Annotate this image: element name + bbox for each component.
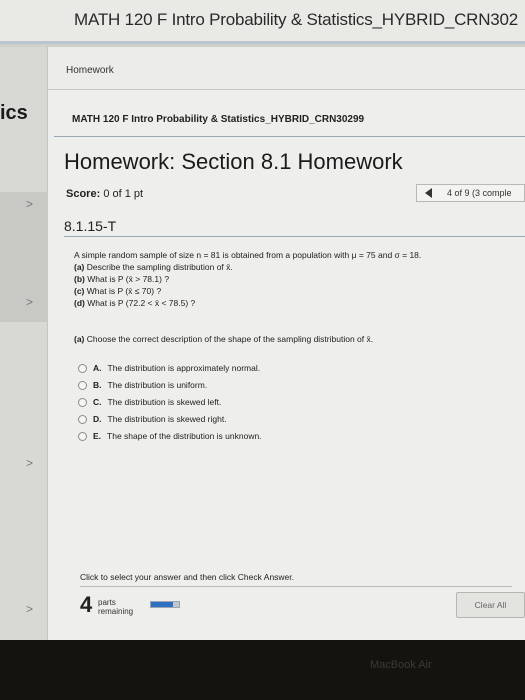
parts-count: 4	[80, 592, 93, 617]
question-part-b: (b) What is P (x̄ > 78.1) ?	[74, 273, 421, 285]
question-text: A simple random sample of size n = 81 is…	[74, 249, 421, 309]
question-stem: A simple random sample of size n = 81 is…	[74, 250, 422, 260]
part-label: (b)	[74, 274, 85, 284]
chevron-right-icon[interactable]: >	[26, 295, 33, 309]
left-panel-highlight	[0, 192, 48, 322]
option-letter: E.	[93, 431, 102, 441]
option-letter: A.	[93, 363, 102, 373]
question-part-a: (a) Describe the sampling distribution o…	[74, 261, 421, 273]
progress-fill	[151, 602, 174, 607]
parts-remaining: 4 parts remaining	[80, 592, 160, 624]
option-c[interactable]: C. The distribution is skewed left.	[78, 395, 262, 409]
app-abbreviation: ics	[0, 102, 28, 124]
parts-progress-bar	[150, 601, 180, 608]
option-d[interactable]: D. The distribution is skewed right.	[78, 412, 262, 426]
option-text: The distribution is uniform.	[107, 380, 208, 390]
option-letter: B.	[93, 380, 102, 390]
part-label: (d)	[74, 298, 85, 308]
homework-header: Homework: Section 8.1 Homework	[54, 136, 525, 182]
breadcrumb: Homework	[48, 47, 525, 90]
parts-label-2: remaining	[98, 607, 134, 616]
option-b[interactable]: B. The distribution is uniform.	[78, 378, 262, 392]
part-label: (c)	[74, 286, 85, 296]
part-text: What is P (72.2 < x̄ < 78.5) ?	[87, 298, 196, 308]
option-letter: D.	[93, 414, 102, 424]
option-text: The distribution is approximately normal…	[107, 363, 261, 373]
option-letter: C.	[93, 397, 102, 407]
chevron-right-icon[interactable]: >	[26, 456, 33, 470]
score-value: 0 of 1 pt	[103, 188, 144, 200]
option-text: The distribution is skewed right.	[107, 414, 227, 424]
question-part-c: (c) What is P (x̄ ≤ 70) ?	[74, 285, 421, 297]
question-part-d: (d) What is P (72.2 < x̄ < 78.5) ?	[74, 297, 421, 309]
subquestion-prompt: (a) Choose the correct description of th…	[74, 334, 373, 344]
part-text: What is P (x̄ ≤ 70) ?	[86, 286, 162, 296]
device-brand: MacBook Air	[370, 659, 432, 671]
previous-question-icon[interactable]	[425, 188, 432, 198]
window-title: MATH 120 F Intro Probability & Statistic…	[74, 10, 519, 29]
clear-all-button[interactable]: Clear All	[456, 592, 525, 618]
score-label: Score:	[66, 188, 101, 200]
score-display: Score: 0 of 1 pt	[66, 188, 143, 200]
answer-options: A. The distribution is approximately nor…	[78, 361, 262, 446]
option-text: The distribution is skewed left.	[107, 397, 222, 407]
chevron-right-icon[interactable]: >	[26, 197, 33, 211]
radio-button[interactable]	[78, 363, 87, 373]
radio-button[interactable]	[78, 397, 87, 407]
option-text: The shape of the distribution is unknown…	[107, 431, 262, 441]
left-panel: ics > > > >	[0, 47, 48, 640]
subquestion-text: Choose the correct description of the sh…	[86, 334, 374, 344]
course-name: MATH 120 F Intro Probability & Statistic…	[72, 114, 365, 125]
parts-label: parts remaining	[98, 598, 133, 616]
radio-button[interactable]	[78, 414, 87, 424]
part-text: What is P (x̄ > 78.1) ?	[87, 274, 170, 284]
answer-instruction: Click to select your answer and then cli…	[80, 572, 295, 582]
option-a[interactable]: A. The distribution is approximately nor…	[78, 361, 262, 375]
parts-label-1: parts	[98, 598, 116, 607]
question-body: A simple random sample of size n = 81 is…	[64, 236, 525, 646]
radio-button[interactable]	[78, 431, 87, 441]
question-position: 4 of 9 (3 comple	[447, 188, 512, 198]
chevron-right-icon[interactable]: >	[26, 602, 33, 616]
divider	[80, 586, 512, 587]
part-label: (a)	[74, 262, 85, 272]
part-text: Describe the sampling distribution of x̄…	[86, 262, 233, 272]
window-title-bar: MATH 120 F Intro Probability & Statistic…	[0, 0, 525, 44]
homework-panel: MATH 120 F Intro Probability & Statistic…	[48, 90, 525, 640]
page-title: Homework: Section 8.1 Homework	[64, 149, 403, 174]
option-e[interactable]: E. The shape of the distribution is unkn…	[78, 429, 262, 443]
question-navigator[interactable]: 4 of 9 (3 comple	[416, 184, 525, 202]
laptop-bezel	[0, 640, 525, 700]
radio-button[interactable]	[78, 380, 87, 390]
breadcrumb-homework[interactable]: Homework	[66, 65, 114, 76]
subquestion-label: (a)	[74, 334, 85, 344]
question-id: 8.1.15-T	[64, 218, 117, 234]
